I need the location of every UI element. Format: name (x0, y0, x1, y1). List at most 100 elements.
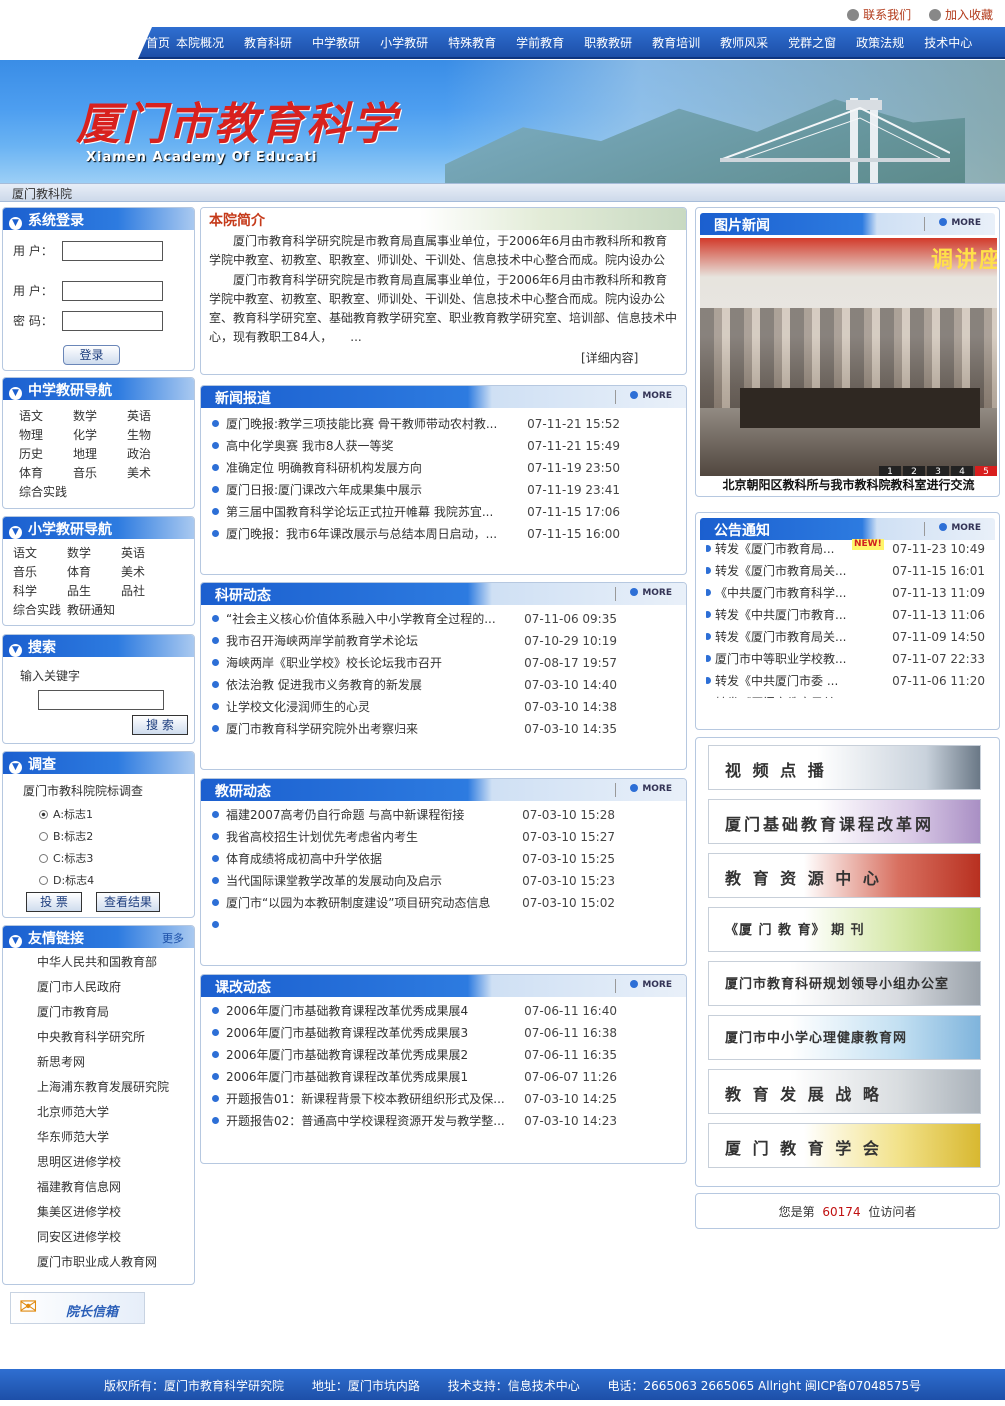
photo-more-link[interactable]: MORE (939, 218, 981, 228)
search-button[interactable]: 搜 索 (132, 715, 188, 735)
primary-nav-item[interactable]: 综合实践 (13, 601, 61, 620)
primary-nav-item[interactable]: 语文 (13, 544, 67, 563)
item-title[interactable]: 厦门晚报:教学三项技能比赛 骨干教师带动农村教... (226, 413, 516, 435)
radio-icon[interactable] (39, 832, 48, 841)
list-item[interactable]: 转发《厦门市教育局关... 07-11-09 14:50 (706, 626, 985, 648)
radio-icon[interactable] (39, 876, 48, 885)
survey-option[interactable]: D:标志4 (39, 870, 94, 892)
list-item[interactable]: 转发《中共厦门市教育... 07-11-13 11:06 (706, 604, 985, 626)
primary-nav-item[interactable]: 美术 (121, 563, 175, 582)
friend-link[interactable]: 同安区进修学校 (37, 1225, 169, 1250)
list-item[interactable]: 福建2007高考仍自行命题 与高中新课程衔接 07-03-10 15:28 (212, 804, 615, 826)
item-title[interactable]: 开题报告02：普通高中学校课程资源开发与教学整... (226, 1110, 516, 1132)
friend-link[interactable]: 思明区进修学校 (37, 1150, 169, 1175)
middle-nav-item[interactable]: 体育 (19, 464, 73, 483)
link-banner[interactable]: 厦门市教育科研规划领导小组办公室 (708, 961, 981, 1006)
item-title[interactable]: “社会主义核心价值体系融入中小学教育全过程的... (226, 608, 516, 630)
nav-item[interactable]: 技术中心 (924, 34, 972, 51)
middle-nav-item[interactable]: 英语 (127, 407, 181, 426)
list-item[interactable]: 2006年厦门市基础教育课程改革优秀成果展4 07-06-11 16:40 (212, 1000, 617, 1022)
middle-nav-item[interactable]: 地理 (73, 445, 127, 464)
item-title[interactable]: 转发《厦门市教育局... (715, 538, 865, 560)
middle-nav-item[interactable]: 历史 (19, 445, 73, 464)
list-item[interactable]: 厦门市“以园为本教研制度建设”项目研究动态信息 07-03-10 15:02 (212, 892, 615, 914)
list-item[interactable]: 第三届中国教育科学论坛正式拉开帷幕 我院苏宜... 07-11-15 17:06 (212, 501, 620, 523)
list-item[interactable]: 体育成绩将成初高中升学依据 07-03-10 15:25 (212, 848, 615, 870)
list-item[interactable]: 厦门市中等职业学校教... 07-11-07 22:33 (706, 648, 985, 670)
list-item[interactable]: 让学校文化浸润师生的心灵 07-03-10 14:38 (212, 696, 617, 718)
nav-item[interactable]: 教育科研 (244, 34, 292, 51)
primary-nav-item[interactable]: 品社 (121, 582, 175, 601)
item-title[interactable]: 转发《厦门市教育局关... (715, 626, 865, 648)
list-item[interactable]: 转发《厦门市教育局... 07-11-23 10:49 (706, 538, 985, 560)
item-title[interactable]: 2006年厦门市基础教育课程改革优秀成果展4 (226, 1000, 516, 1022)
item-title[interactable]: 转发《中共厦门市教育... (715, 604, 865, 626)
item-title[interactable]: 我市召开海峡两岸学前教育学术论坛 (226, 630, 516, 652)
primary-nav-item[interactable]: 英语 (121, 544, 175, 563)
list-item[interactable]: 2006年厦门市基础教育课程改革优秀成果展3 07-06-11 16:38 (212, 1022, 617, 1044)
nav-item[interactable]: 首页 (146, 34, 170, 51)
item-title[interactable]: 第三届中国教育科学论坛正式拉开帷幕 我院苏宜... (226, 501, 516, 523)
nav-item[interactable]: 教育培训 (652, 34, 700, 51)
list-item[interactable]: 2006年厦门市基础教育课程改革优秀成果展2 07-06-11 16:35 (212, 1044, 617, 1066)
list-item[interactable]: “社会主义核心价值体系融入中小学教育全过程的... 07-11-06 09:35 (212, 608, 617, 630)
middle-nav-item[interactable]: 化学 (73, 426, 127, 445)
contact-link[interactable]: 联系我们 (847, 8, 911, 22)
list-item[interactable]: 转发《中共厦门市委 ... 07-11-06 11:20 (706, 670, 985, 692)
item-title[interactable]: 海峡两岸《职业学校》校长论坛我市召开 (226, 652, 516, 674)
friends-more-link[interactable]: 更多 (162, 930, 184, 946)
intro-detail-link[interactable]: [详细内容] (581, 349, 638, 366)
friend-link[interactable]: 中华人民共和国教育部 (37, 950, 169, 975)
middle-nav-item[interactable]: 语文 (19, 407, 73, 426)
item-title[interactable]: 厦门晚报：我市6年课改展示与总结本周日启动，... (226, 523, 516, 545)
item-title[interactable]: 转发《厦门市教育局关... (715, 692, 865, 698)
link-banner[interactable]: 厦门市中小学心理健康教育网 (708, 1015, 981, 1060)
list-item[interactable]: 厦门晚报：我市6年课改展示与总结本周日启动，... 07-11-15 16:00 (212, 523, 620, 545)
list-item[interactable]: 当代国际课堂教学改革的发展动向及启示 07-03-10 15:23 (212, 870, 615, 892)
teaching-more-link[interactable]: MORE (630, 784, 672, 794)
nav-item[interactable]: 职教教研 (584, 34, 632, 51)
friend-link[interactable]: 厦门市职业成人教育网 (37, 1250, 169, 1275)
survey-option[interactable]: B:标志2 (39, 826, 94, 848)
search-input[interactable] (38, 690, 164, 710)
friend-link[interactable]: 福建教育信息网 (37, 1175, 169, 1200)
friend-link[interactable]: 厦门市人民政府 (37, 975, 169, 1000)
news-more-link[interactable]: MORE (630, 391, 672, 401)
friend-link[interactable]: 集美区进修学校 (37, 1200, 169, 1225)
item-title[interactable]: 我省高校招生计划优先考虑省内考生 (226, 826, 516, 848)
nav-item[interactable]: 本院概况 (176, 34, 224, 51)
reform-more-link[interactable]: MORE (630, 980, 672, 990)
primary-nav-item[interactable]: 科学 (13, 582, 67, 601)
notice-more-link[interactable]: MORE (939, 523, 981, 533)
item-title[interactable]: 2006年厦门市基础教育课程改革优秀成果展3 (226, 1022, 516, 1044)
link-banner[interactable]: 厦门基础教育课程改革网 (708, 799, 981, 844)
list-item[interactable]: 厦门市教育科学研究院外出考察归来 07-03-10 14:35 (212, 718, 617, 740)
list-item[interactable]: 高中化学奥赛 我市8人获一等奖 07-11-21 15:49 (212, 435, 620, 457)
nav-item[interactable]: 教师风采 (720, 34, 768, 51)
link-banner[interactable]: 教 育 发 展 战 略 (708, 1069, 981, 1114)
item-title[interactable]: 转发《厦门市教育局关... (715, 560, 865, 582)
link-banner[interactable]: 教 育 资 源 中 心 (708, 853, 981, 898)
item-title[interactable]: 高中化学奥赛 我市8人获一等奖 (226, 435, 516, 457)
friend-link[interactable]: 新思考网 (37, 1050, 169, 1075)
link-banner[interactable]: 视 频 点 播 (708, 745, 981, 790)
view-results-button[interactable]: 查看结果 (96, 892, 160, 912)
survey-option[interactable]: C:标志3 (39, 848, 94, 870)
link-banner[interactable]: 厦 门 教 育 学 会 (708, 1123, 981, 1168)
list-item[interactable] (212, 914, 615, 936)
item-title[interactable]: 让学校文化浸润师生的心灵 (226, 696, 516, 718)
radio-icon[interactable] (39, 810, 48, 819)
item-title[interactable]: 开题报告01：新课程背景下校本教研组织形式及保... (226, 1088, 516, 1110)
item-title[interactable]: 转发《中共厦门市委 ... (715, 670, 865, 692)
vote-button[interactable]: 投 票 (26, 892, 82, 912)
list-item[interactable]: 我省高校招生计划优先考虑省内考生 07-03-10 15:27 (212, 826, 615, 848)
list-item[interactable]: 我市召开海峡两岸学前教育学术论坛 07-10-29 10:19 (212, 630, 617, 652)
link-banner[interactable]: 《厦 门 教 育》 期 刊 (708, 907, 981, 952)
item-title[interactable]: 厦门市中等职业学校教... (715, 648, 865, 670)
item-title[interactable]: 体育成绩将成初高中升学依据 (226, 848, 516, 870)
middle-nav-item[interactable]: 政治 (127, 445, 181, 464)
nav-item[interactable]: 特殊教育 (448, 34, 496, 51)
friend-link[interactable]: 中央教育科学研究所 (37, 1025, 169, 1050)
password-input[interactable] (62, 311, 163, 331)
username-input[interactable] (62, 241, 163, 261)
